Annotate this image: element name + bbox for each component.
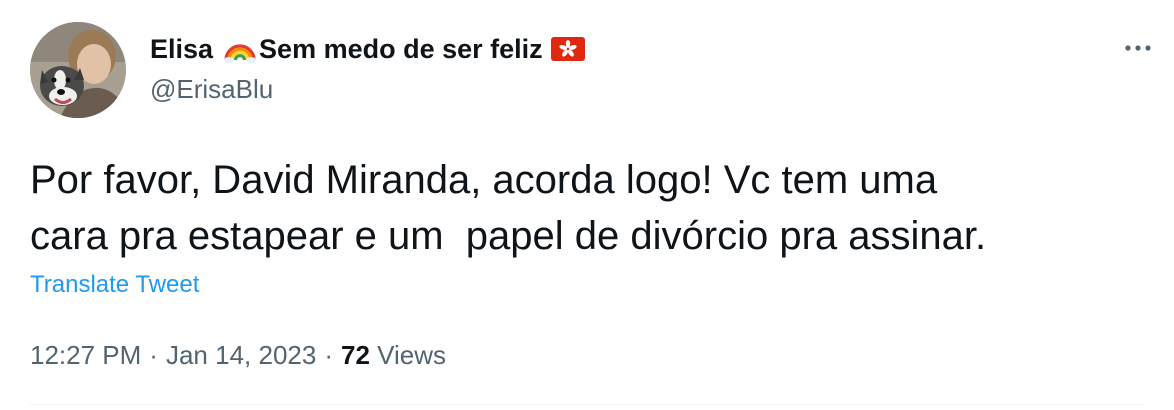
rainbow-icon bbox=[223, 34, 257, 64]
translate-tweet-link[interactable]: Translate Tweet bbox=[30, 271, 199, 299]
more-options-icon[interactable] bbox=[1122, 38, 1154, 58]
views-label[interactable]: Views bbox=[377, 340, 446, 370]
avatar[interactable] bbox=[30, 22, 126, 118]
display-name-suffix[interactable]: Sem medo de ser feliz bbox=[259, 34, 543, 65]
author-block: Elisa Sem medo de ser feliz @ErisaBlu bbox=[150, 32, 585, 105]
divider bbox=[30, 404, 1144, 405]
meta-separator: · bbox=[324, 340, 333, 370]
meta-separator: · bbox=[149, 340, 158, 370]
display-name-row[interactable]: Elisa Sem medo de ser feliz bbox=[150, 32, 585, 66]
tweet-text: Por favor, David Miranda, acorda logo! V… bbox=[30, 158, 987, 258]
handle[interactable]: @ErisaBlu bbox=[150, 74, 585, 105]
tweet: Elisa Sem medo de ser feliz @ErisaBlu Po… bbox=[0, 0, 1174, 410]
views-count[interactable]: 72 bbox=[341, 340, 370, 370]
hong-kong-flag-icon bbox=[550, 37, 585, 61]
tweet-time[interactable]: 12:27 PM bbox=[30, 340, 141, 370]
tweet-meta: 12:27 PM · Jan 14, 2023 · 72 Views bbox=[30, 340, 446, 371]
display-name[interactable]: Elisa bbox=[150, 34, 213, 65]
tweet-date[interactable]: Jan 14, 2023 bbox=[166, 340, 316, 370]
